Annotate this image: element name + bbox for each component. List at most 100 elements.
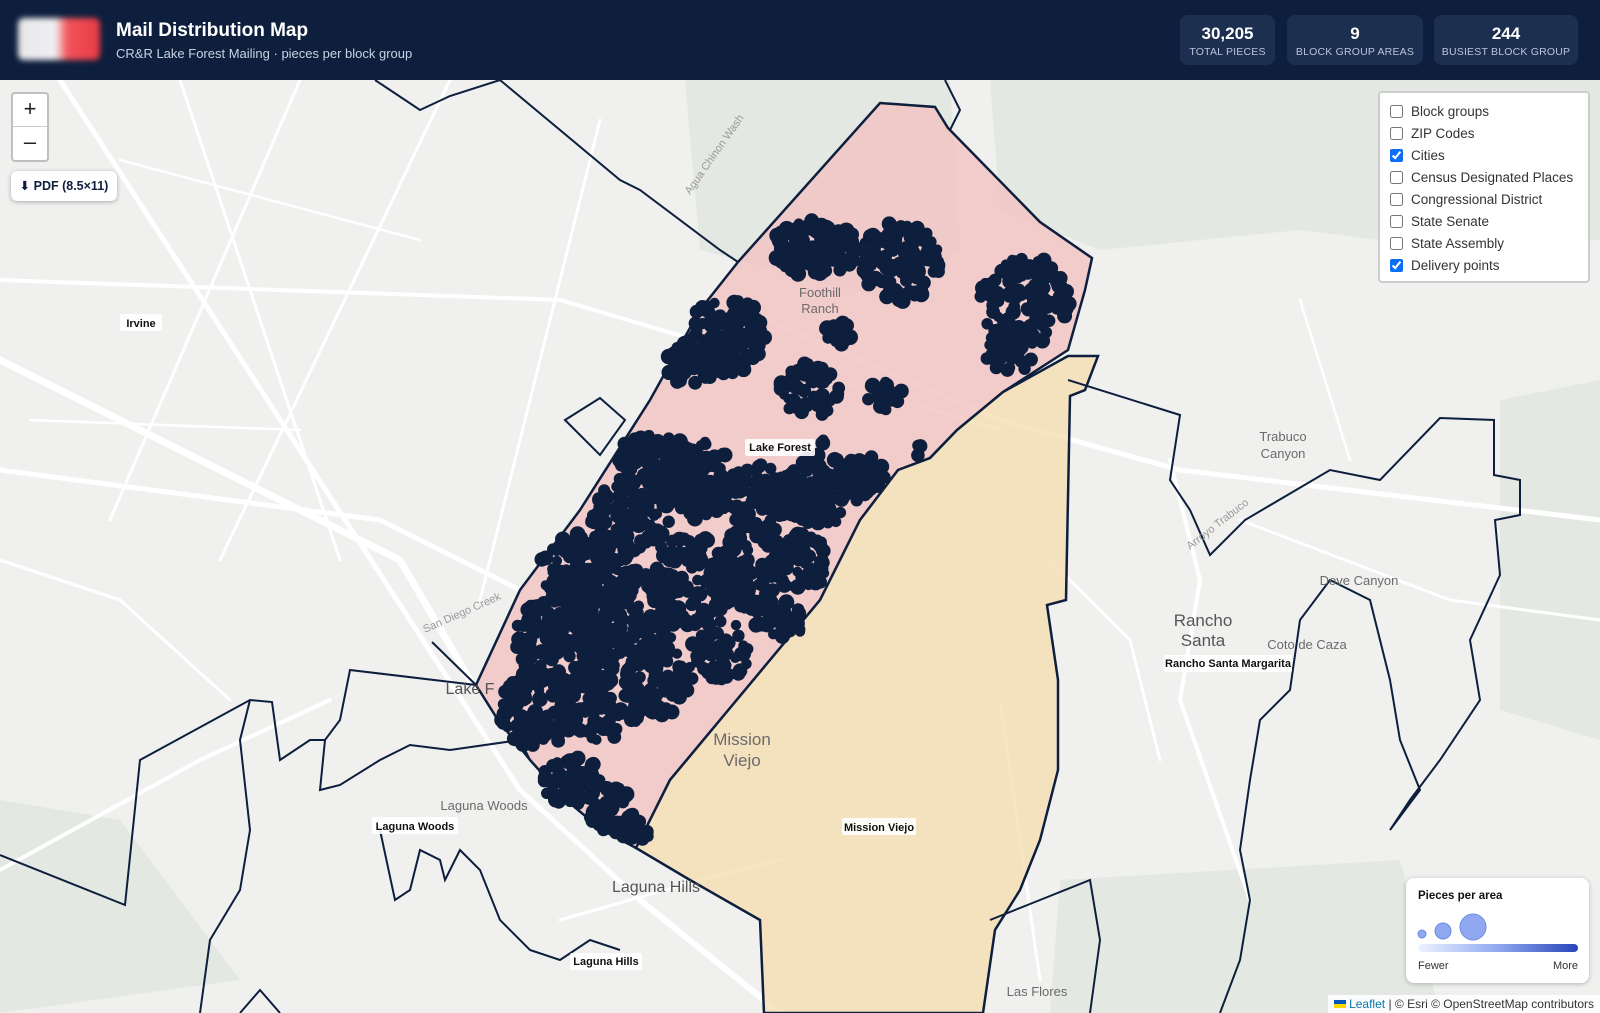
city-label-irvine: Irvine <box>126 318 155 330</box>
delivery-point <box>1005 352 1018 365</box>
place-label-foothill-ranch: Foothill <box>799 285 841 300</box>
layer-checkbox[interactable] <box>1390 171 1403 184</box>
delivery-point <box>692 652 704 664</box>
delivery-point <box>656 525 668 536</box>
delivery-point <box>795 497 808 509</box>
delivery-point <box>642 491 657 506</box>
delivery-point <box>583 680 596 694</box>
delivery-point <box>703 558 719 573</box>
delivery-point <box>792 549 807 564</box>
place-label-mission-viejo: Mission <box>713 730 771 749</box>
download-pdf-button[interactable]: ⬇ PDF (8.5×11) <box>11 171 117 201</box>
delivery-point <box>616 828 632 844</box>
leaflet-link[interactable]: Leaflet <box>1349 997 1385 1011</box>
delivery-point <box>502 679 517 693</box>
zoom-out-button[interactable]: – <box>13 127 47 159</box>
delivery-point <box>558 543 574 559</box>
layer-label: State Assembly <box>1411 236 1505 251</box>
delivery-point <box>660 348 677 365</box>
delivery-point <box>590 508 601 519</box>
delivery-point <box>574 792 588 806</box>
delivery-point <box>723 587 740 604</box>
layer-control: Block groups ZIP Codes Cities Census Des… <box>1378 91 1590 283</box>
layer-checkbox[interactable] <box>1390 149 1403 162</box>
legend-color-ramp <box>1418 944 1578 952</box>
delivery-point <box>817 554 829 565</box>
delivery-point <box>583 774 600 791</box>
delivery-point <box>862 393 875 406</box>
layer-toggle-state-assembly[interactable]: State Assembly <box>1390 233 1504 255</box>
delivery-point <box>525 621 537 634</box>
delivery-point <box>516 726 529 738</box>
delivery-point <box>632 646 645 659</box>
delivery-point <box>883 240 895 252</box>
layer-toggle-cities[interactable]: Cities <box>1390 145 1445 167</box>
layer-checkbox[interactable] <box>1390 259 1403 272</box>
delivery-point <box>726 559 743 575</box>
delivery-point <box>541 624 557 641</box>
legend-high-label: More <box>1552 960 1578 972</box>
delivery-point <box>652 663 664 675</box>
delivery-point <box>643 682 658 697</box>
delivery-point <box>730 652 741 663</box>
layer-toggle-congressional-district[interactable]: Congressional District <box>1390 189 1542 211</box>
delivery-point <box>599 781 615 796</box>
city-label-lake-forest: Lake Forest <box>749 442 811 454</box>
delivery-point <box>1016 331 1027 342</box>
delivery-point <box>496 706 513 722</box>
layer-checkbox[interactable] <box>1390 215 1403 228</box>
page-subtitle: CR&R Lake Forest Mailing · pieces per bl… <box>116 46 413 61</box>
layer-checkbox[interactable] <box>1390 127 1403 140</box>
layer-toggle-state-senate[interactable]: State Senate <box>1390 211 1489 233</box>
delivery-point <box>601 491 615 505</box>
layer-checkbox[interactable] <box>1390 105 1403 118</box>
place-label-laguna-hills-base: Laguna Hills <box>612 879 700 896</box>
delivery-point <box>868 247 883 262</box>
delivery-point <box>547 722 561 736</box>
delivery-point <box>626 436 639 449</box>
delivery-point <box>695 602 712 619</box>
delivery-point <box>597 528 608 540</box>
layer-toggle-zip-codes[interactable]: ZIP Codes <box>1390 123 1475 145</box>
delivery-point <box>623 817 636 830</box>
zoom-in-button[interactable]: + <box>13 94 47 127</box>
map-canvas[interactable]: Foothill Ranch Mission Viejo Rancho Sant… <box>0 80 1600 1013</box>
delivery-point <box>789 510 802 523</box>
delivery-point <box>527 704 544 720</box>
place-label-laguna-woods-base: Laguna Woods <box>440 798 528 813</box>
place-label-lake-f: Lake F <box>446 681 495 698</box>
delivery-point <box>594 547 608 561</box>
delivery-point <box>742 643 754 655</box>
place-label-rancho-santa-2: Santa <box>1181 631 1226 650</box>
layer-toggle-delivery-points[interactable]: Delivery points <box>1390 255 1500 277</box>
delivery-point <box>522 632 533 643</box>
delivery-point <box>826 513 839 525</box>
delivery-point <box>744 566 759 580</box>
layer-toggle-block-groups[interactable]: Block groups <box>1390 101 1489 123</box>
delivery-point <box>808 254 822 269</box>
delivery-point <box>675 660 687 672</box>
delivery-point <box>869 233 881 245</box>
layer-checkbox[interactable] <box>1390 193 1403 206</box>
delivery-point <box>541 648 556 663</box>
city-label-laguna-hills: Laguna Hills <box>573 956 638 968</box>
delivery-point <box>634 535 647 548</box>
layer-toggle-census-places[interactable]: Census Designated Places <box>1390 167 1573 189</box>
delivery-point <box>660 470 671 481</box>
delivery-point <box>807 377 819 389</box>
delivery-point <box>599 795 614 811</box>
delivery-point <box>797 385 809 397</box>
layer-checkbox[interactable] <box>1390 237 1403 250</box>
delivery-point <box>738 353 749 365</box>
delivery-point <box>996 322 1007 333</box>
delivery-point <box>879 260 895 276</box>
delivery-point <box>646 532 659 545</box>
delivery-point <box>664 569 680 585</box>
place-label-foothill-ranch-2: Ranch <box>801 301 839 316</box>
delivery-point <box>695 300 710 315</box>
delivery-point <box>580 547 593 561</box>
delivery-point <box>741 297 754 310</box>
delivery-point <box>633 815 647 828</box>
place-label-mission-viejo-2: Viejo <box>723 751 761 770</box>
legend-circle-small <box>1417 929 1427 939</box>
